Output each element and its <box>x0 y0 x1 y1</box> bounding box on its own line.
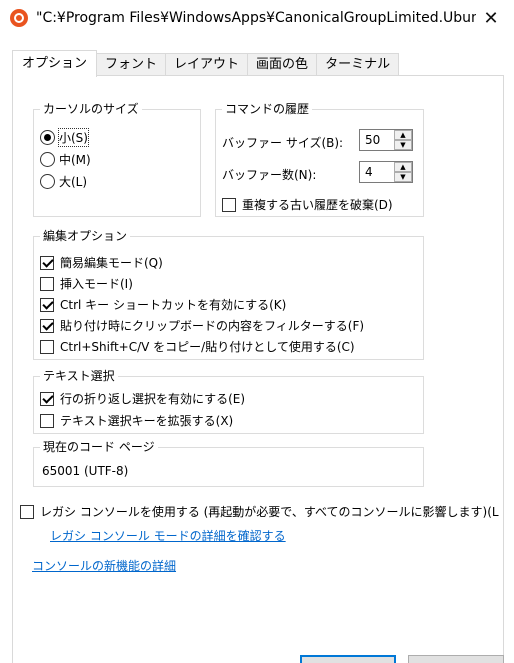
checkbox[interactable] <box>40 339 54 354</box>
tab-bar: オプション フォント レイアウト 画面の色 ターミナル <box>12 50 400 77</box>
ubuntu-icon[interactable] <box>10 9 28 27</box>
radio-button[interactable] <box>40 130 55 145</box>
edit-options-title: 編集オプション <box>40 228 131 244</box>
command-history-group: コマンドの履歴 バッファー サイズ(B): 50 ▲ ▼ バッファー数(N): … <box>215 101 424 217</box>
line-wrap-selection-label: 行の折り返し選択を有効にする(E) <box>60 392 246 406</box>
checkbox[interactable] <box>20 504 34 519</box>
discard-duplicates-label: 重複する古い履歴を破棄(D) <box>242 198 393 212</box>
insert-mode-checkbox[interactable]: 挿入モード(I) <box>40 275 133 292</box>
close-icon: ✕ <box>483 7 499 29</box>
checkbox[interactable] <box>40 318 54 333</box>
checkbox[interactable] <box>40 255 54 270</box>
checkbox[interactable] <box>40 297 54 312</box>
radio-small[interactable]: 小(S) <box>40 128 89 147</box>
spin-down-icon[interactable]: ▼ <box>394 172 412 182</box>
tab-font[interactable]: フォント <box>96 53 167 76</box>
checkbox[interactable] <box>40 276 54 291</box>
new-features-link[interactable]: コンソールの新機能の詳細 <box>32 557 176 574</box>
filter-clipboard-checkbox[interactable]: 貼り付け時にクリップボードの内容をフィルターする(F) <box>40 317 364 334</box>
tab-terminal[interactable]: ターミナル <box>316 53 400 76</box>
title-bar: "C:¥Program Files¥WindowsApps¥CanonicalG… <box>0 0 514 36</box>
spin-up-icon[interactable]: ▲ <box>394 130 412 140</box>
close-button[interactable]: ✕ <box>468 0 514 36</box>
radio-medium[interactable]: 中(M) <box>40 151 91 168</box>
radio-large-label: 大(L) <box>59 175 88 189</box>
radio-button[interactable] <box>40 174 55 189</box>
legacy-console-checkbox[interactable]: レガシ コンソールを使用する (再起動が必要で、すべてのコンソールに影響します)… <box>20 503 499 520</box>
quick-edit-checkbox[interactable]: 簡易編集モード(Q) <box>40 254 163 271</box>
checkbox[interactable] <box>40 391 54 406</box>
radio-button[interactable] <box>40 152 55 167</box>
checkbox[interactable] <box>40 413 54 428</box>
ctrl-shift-copy-checkbox[interactable]: Ctrl+Shift+C/V をコピー/貼り付けとして使用する(C) <box>40 338 355 355</box>
line-wrap-selection-checkbox[interactable]: 行の折り返し選択を有効にする(E) <box>40 390 245 407</box>
text-selection-group: テキスト選択 行の折り返し選択を有効にする(E) テキスト選択キーを拡張する(X… <box>33 368 424 434</box>
buffer-size-value[interactable]: 50 <box>360 130 394 150</box>
discard-duplicates-checkbox[interactable]: 重複する古い履歴を破棄(D) <box>222 196 393 213</box>
tab-layout[interactable]: レイアウト <box>165 53 249 76</box>
checkbox[interactable] <box>222 197 236 212</box>
spin-down-icon[interactable]: ▼ <box>394 140 412 150</box>
filter-clipboard-label: 貼り付け時にクリップボードの内容をフィルターする(F) <box>60 319 365 333</box>
legacy-console-label: レガシ コンソールを使用する (再起動が必要で、すべてのコンソールに影響します)… <box>40 505 499 519</box>
options-panel: カーソルのサイズ 小(S) 中(M) 大(L) コマンドの履歴 バッファー サイ… <box>12 75 504 663</box>
ok-button[interactable] <box>300 655 396 663</box>
codepage-title: 現在のコード ページ <box>40 439 158 455</box>
ctrl-shift-copy-label: Ctrl+Shift+C/V をコピー/貼り付けとして使用する(C) <box>60 340 355 354</box>
quick-edit-label: 簡易編集モード(Q) <box>60 256 163 270</box>
window-title: "C:¥Program Files¥WindowsApps¥CanonicalG… <box>36 10 476 26</box>
cursor-size-group: カーソルのサイズ 小(S) 中(M) 大(L) <box>33 101 201 217</box>
radio-medium-label: 中(M) <box>59 153 91 167</box>
buffer-size-stepper[interactable]: 50 ▲ ▼ <box>359 129 413 151</box>
command-history-title: コマンドの履歴 <box>222 101 313 117</box>
tab-options[interactable]: オプション <box>12 50 98 77</box>
radio-large[interactable]: 大(L) <box>40 173 87 190</box>
radio-small-label: 小(S) <box>58 128 89 147</box>
insert-mode-label: 挿入モード(I) <box>60 277 133 291</box>
extended-keys-checkbox[interactable]: テキスト選択キーを拡張する(X) <box>40 412 233 429</box>
buffer-size-label: バッファー サイズ(B): <box>222 136 344 150</box>
legacy-console-link[interactable]: レガシ コンソール モードの詳細を確認する <box>50 527 286 544</box>
edit-options-group: 編集オプション 簡易編集モード(Q) 挿入モード(I) Ctrl キー ショート… <box>33 228 424 360</box>
ctrl-shortcuts-checkbox[interactable]: Ctrl キー ショートカットを有効にする(K) <box>40 296 286 313</box>
buffer-count-label: バッファー数(N): <box>222 168 317 182</box>
tab-colors[interactable]: 画面の色 <box>247 53 318 76</box>
buffer-count-stepper[interactable]: 4 ▲ ▼ <box>359 161 413 183</box>
codepage-group: 現在のコード ページ 65001 (UTF-8) <box>33 439 424 487</box>
extended-keys-label: テキスト選択キーを拡張する(X) <box>60 414 234 428</box>
buffer-count-value[interactable]: 4 <box>360 162 394 182</box>
cancel-button[interactable] <box>408 655 504 663</box>
ctrl-shortcuts-label: Ctrl キー ショートカットを有効にする(K) <box>60 298 287 312</box>
codepage-value: 65001 (UTF-8) <box>42 464 129 478</box>
text-selection-title: テキスト選択 <box>40 368 118 384</box>
spin-up-icon[interactable]: ▲ <box>394 162 412 172</box>
cursor-size-title: カーソルのサイズ <box>40 101 142 117</box>
